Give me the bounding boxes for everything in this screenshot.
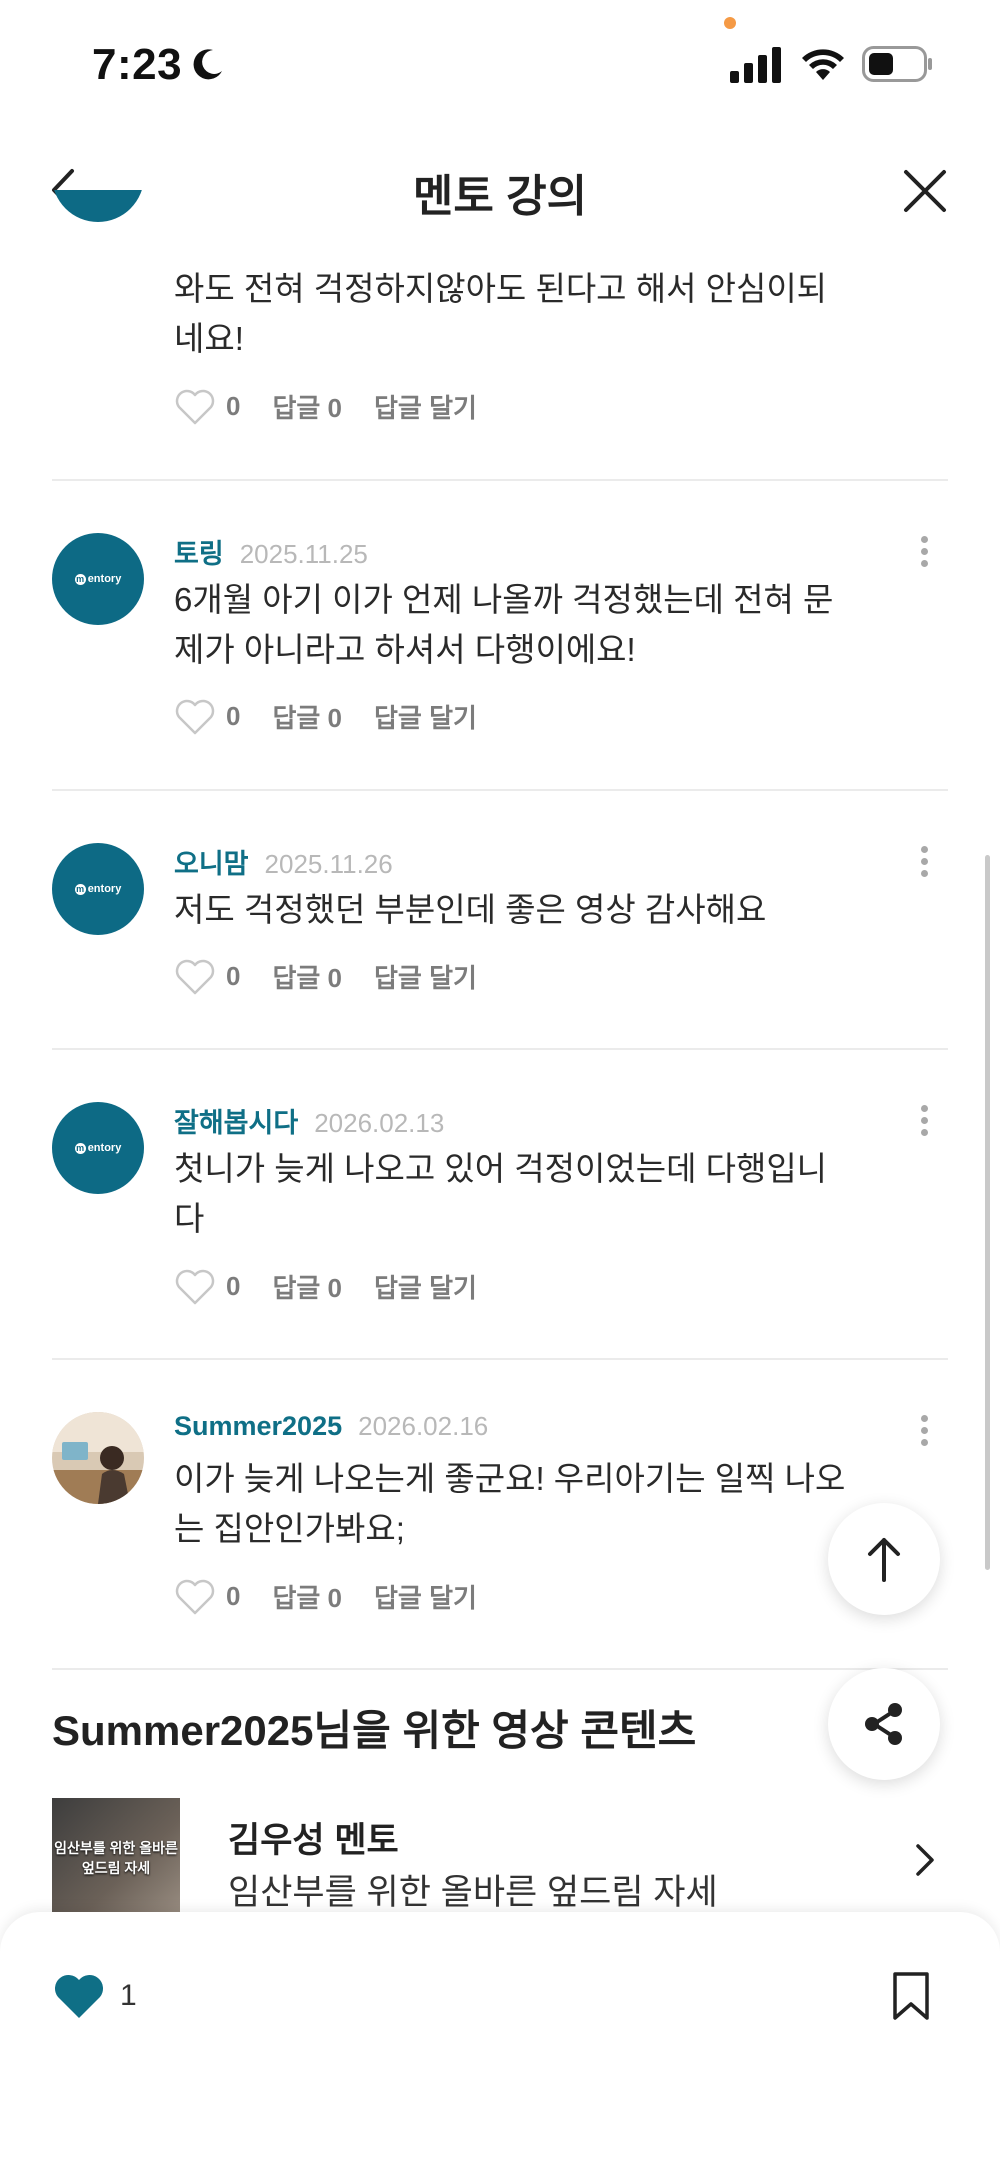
- heart-outline-icon: [175, 1269, 215, 1304]
- more-icon[interactable]: [912, 1415, 936, 1455]
- comment-body: 저도 걱정했던 부분인데 좋은 영상 감사해요: [174, 891, 767, 928]
- more-icon[interactable]: [912, 536, 936, 576]
- reply-button[interactable]: 답글 달기: [374, 388, 477, 425]
- video-title: 임산부를 위한 올바른 엎드림 자세: [228, 1873, 718, 1912]
- scroll-top-button[interactable]: [828, 1503, 940, 1615]
- avatar[interactable]: m entory: [52, 1102, 144, 1194]
- comment-actions: 0 답글 0 답글 달기: [174, 1578, 477, 1615]
- share-button[interactable]: [828, 1668, 940, 1780]
- comment-date: 2025.11.25: [239, 539, 368, 569]
- divider: [52, 1048, 948, 1050]
- like-button[interactable]: 0: [174, 389, 240, 425]
- heart-outline-icon: [175, 699, 215, 734]
- thumbnail-caption: 임산부를 위한 올바른 엎드림 자세: [54, 1840, 178, 1876]
- comment-meta: 오니맘 2025.11.26: [174, 842, 393, 881]
- bookmark-icon[interactable]: [890, 1970, 932, 2022]
- share-icon: [865, 1703, 902, 1745]
- wifi-icon: [802, 49, 844, 80]
- user-photo: [52, 1412, 144, 1504]
- comment-author[interactable]: Summer2025: [174, 1411, 342, 1442]
- comment-body: 이가 늦게 나오는게 좋군요! 우리아기는 일찍 나오는 집안인가봐요;: [174, 1460, 846, 1547]
- scrollbar[interactable]: [985, 855, 990, 1570]
- reply-count[interactable]: 답글 0: [272, 1268, 342, 1305]
- mentory-logo: m entory: [74, 1142, 122, 1154]
- mentory-logo: m entory: [74, 573, 122, 585]
- divider: [52, 1358, 948, 1360]
- divider: [52, 479, 948, 481]
- signal-icon: [730, 47, 781, 83]
- comment-date: 2025.11.26: [264, 849, 393, 879]
- like-count: 0: [226, 1581, 241, 1611]
- page-title: 멘토 강의: [412, 172, 588, 221]
- comment-date: 2026.02.13: [314, 1108, 445, 1138]
- like-count: 0: [226, 961, 241, 991]
- reply-count[interactable]: 답글 0: [272, 1578, 342, 1615]
- recommendation-item[interactable]: 임산부를 위한 올바른 엎드림 자세 김우성 멘토 임산부를 위한 올바른 엎드…: [52, 1798, 948, 1918]
- avatar[interactable]: m entory: [52, 843, 144, 935]
- comment-author[interactable]: 잘해봅시다: [174, 1101, 298, 1140]
- comment-body: 첫니가 늦게 나오고 있어 걱정이었는데 다행입니다: [174, 1150, 828, 1237]
- like-button[interactable]: 0: [174, 1269, 240, 1305]
- comment-actions: 0 답글 0 답글 달기: [174, 1268, 477, 1305]
- reply-count[interactable]: 답글 0: [272, 698, 342, 735]
- close-icon[interactable]: [900, 166, 950, 216]
- comment-date: 2026.02.16: [358, 1411, 489, 1441]
- bottom-bar: 1: [0, 1912, 1000, 2164]
- comment-actions: 0 답글 0 답글 달기: [174, 388, 477, 425]
- avatar[interactable]: m entory: [52, 533, 144, 625]
- chevron-right-icon: [916, 1844, 934, 1876]
- mentor-name: 김우성 멘토: [228, 1821, 399, 1860]
- avatar[interactable]: [52, 1412, 144, 1504]
- reply-count[interactable]: 답글 0: [272, 958, 342, 995]
- avatar: [52, 190, 142, 262]
- reply-button[interactable]: 답글 달기: [374, 1578, 477, 1615]
- like-button[interactable]: 0: [174, 959, 240, 995]
- reply-button[interactable]: 답글 달기: [374, 958, 477, 995]
- comment-meta: 잘해봅시다 2026.02.13: [174, 1101, 444, 1140]
- more-icon[interactable]: [912, 846, 936, 886]
- like-button[interactable]: 0: [174, 699, 240, 735]
- more-icon[interactable]: [912, 1105, 936, 1145]
- video-thumbnail[interactable]: 임산부를 위한 올바른 엎드림 자세: [52, 1798, 180, 1918]
- heart-outline-icon: [175, 1579, 215, 1614]
- privacy-indicator: [724, 17, 736, 29]
- comment-author[interactable]: 토링: [174, 532, 224, 571]
- comment-meta: Summer2025 2026.02.16: [174, 1411, 488, 1442]
- mentory-logo: m entory: [74, 883, 122, 895]
- heart-outline-icon: [175, 959, 215, 994]
- comment-body: 와도 전혀 걱정하지않아도 된다고 해서 안심이되네요!: [174, 270, 828, 357]
- divider: [52, 789, 948, 791]
- comment-meta: 토링 2025.11.25: [174, 532, 368, 571]
- like-count: 0: [226, 391, 241, 421]
- recommendations-title: Summer2025님을 위한 영상 콘텐츠: [52, 1707, 697, 1754]
- heart-outline-icon: [175, 389, 215, 424]
- comment-actions: 0 답글 0 답글 달기: [174, 698, 477, 735]
- status-time: 7:23: [92, 40, 183, 89]
- battery-icon: [862, 46, 932, 82]
- reply-button[interactable]: 답글 달기: [374, 1268, 477, 1305]
- like-count: 0: [226, 701, 241, 731]
- arrow-up-icon: [868, 1538, 900, 1582]
- heart-filled-icon: [54, 1974, 104, 2018]
- like-button[interactable]: 0: [174, 1579, 240, 1615]
- header: 멘토 강의: [0, 130, 1000, 250]
- reply-count[interactable]: 답글 0: [272, 388, 342, 425]
- moon-icon: [193, 49, 222, 80]
- like-total-button[interactable]: 1: [52, 1972, 137, 2020]
- status-bar: 7:23: [0, 0, 1000, 130]
- divider: [52, 1668, 948, 1670]
- comment-body: 6개월 아기 이가 언제 나올까 걱정했는데 전혀 문제가 아니라고 하셔서 다…: [174, 581, 834, 668]
- reply-button[interactable]: 답글 달기: [374, 698, 477, 735]
- like-count: 0: [226, 1271, 241, 1301]
- comment-author[interactable]: 오니맘: [174, 842, 249, 881]
- like-total-count: 1: [120, 1979, 137, 2012]
- comment-actions: 0 답글 0 답글 달기: [174, 958, 477, 995]
